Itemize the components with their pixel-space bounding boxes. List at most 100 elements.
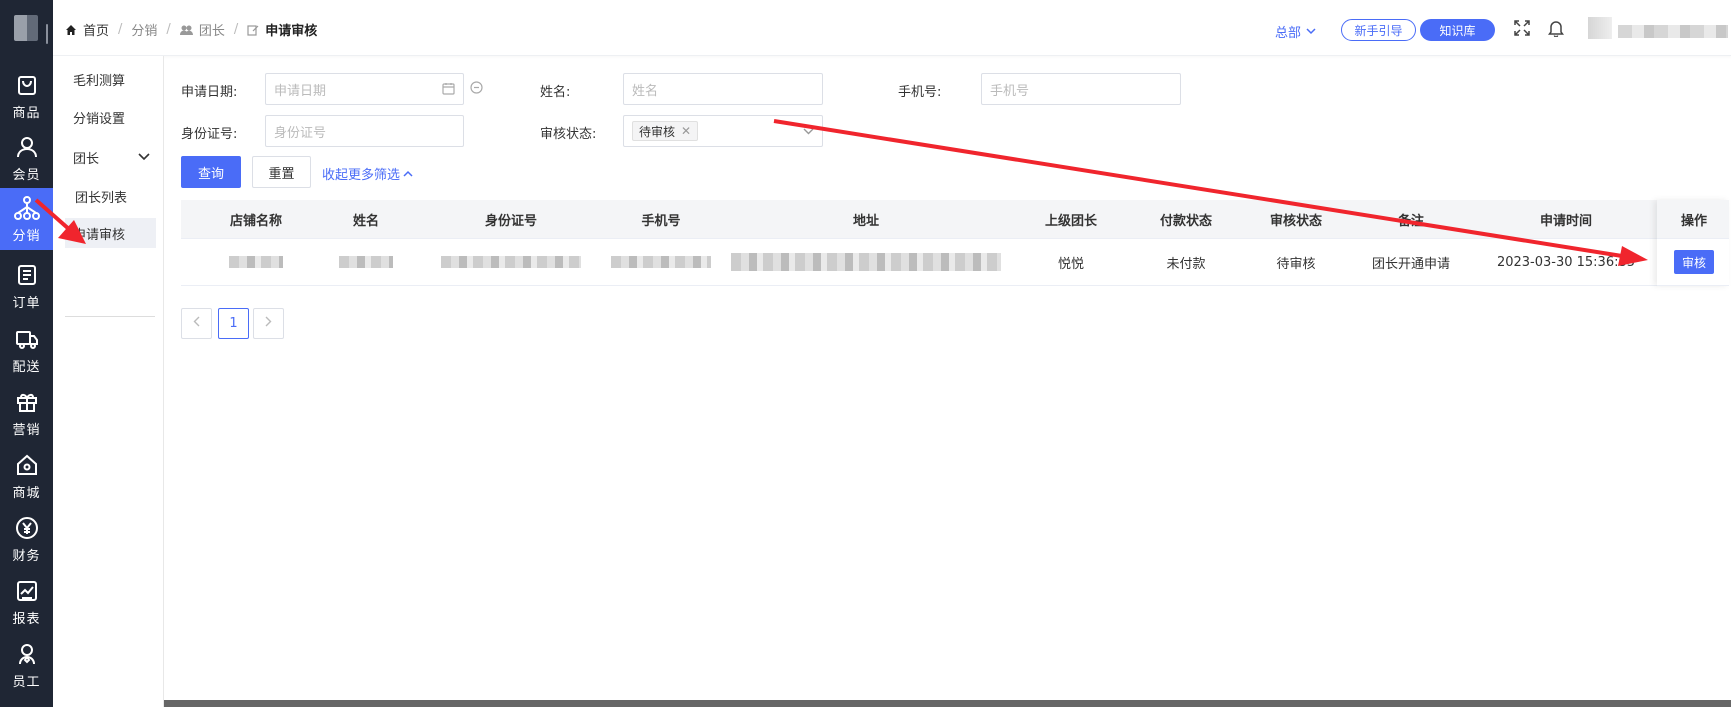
cell-pay-status: 未付款 xyxy=(1166,256,1206,272)
calendar-icon xyxy=(442,82,455,99)
redacted-text xyxy=(229,256,283,268)
subnav-item-leader-list[interactable]: 团长列表 xyxy=(67,181,158,211)
breadcrumb: 首页 / 分销 / 团长 / 申请审核 xyxy=(65,20,317,39)
query-button[interactable]: 查询 xyxy=(181,156,241,188)
subnav-item-label: 团长列表 xyxy=(75,190,128,206)
sidebar-item-members[interactable]: 会员 xyxy=(0,128,53,188)
date-placeholder: 申请日期 xyxy=(274,83,327,99)
knowledge-base-button[interactable]: 知识库 xyxy=(1420,19,1495,41)
annotation-arrows xyxy=(34,119,1648,266)
subnav-item-label: 团长 xyxy=(73,151,100,167)
secondary-sidebar: 毛利测算 分销设置 团长 团长列表 申请审核 xyxy=(53,56,164,707)
breadcrumb-current: 申请审核 xyxy=(247,20,317,39)
primary-sidebar: 商品 会员 分销 订单 配送 营销 商城 财务 报表 员工 xyxy=(0,0,53,707)
sidebar-collapse-handle[interactable] xyxy=(46,24,48,44)
subnav-item-distribution-settings[interactable]: 分销设置 xyxy=(65,102,156,132)
subnav-item-label: 申请审核 xyxy=(73,227,126,243)
shop-icon xyxy=(14,452,40,478)
collapse-filters-link[interactable]: 收起更多筛选 xyxy=(322,164,413,183)
home-icon xyxy=(65,24,77,36)
chart-icon xyxy=(14,578,40,604)
chevron-right-icon xyxy=(265,316,272,331)
phone-input[interactable]: 手机号 xyxy=(981,73,1181,105)
sidebar-item-label: 财务 xyxy=(12,548,41,564)
col-phone: 手机号 xyxy=(641,213,681,229)
hierarchy-icon xyxy=(13,195,40,221)
sidebar-item-label: 订单 xyxy=(12,295,41,311)
sidebar-item-label: 商品 xyxy=(12,105,41,121)
sidebar-item-orders[interactable]: 订单 xyxy=(0,256,53,316)
clear-circle-icon[interactable] xyxy=(470,81,483,98)
date-range-input[interactable]: 申请日期 xyxy=(265,73,464,105)
status-tag-label: 待审核 xyxy=(639,124,676,139)
user-name-redacted[interactable] xyxy=(1618,25,1728,38)
subnav-item-label: 毛利测算 xyxy=(73,73,126,89)
cell-store-name xyxy=(181,239,331,285)
staff-icon xyxy=(14,641,40,667)
subnav-group-leader[interactable]: 团长 xyxy=(65,142,156,172)
gift-icon xyxy=(14,389,40,415)
top-header: 首页 / 分销 / 团长 / 申请审核 总部 新手引导 知识库 xyxy=(53,0,1731,56)
avatar[interactable] xyxy=(1588,17,1612,39)
table-header: 店铺名称 姓名 身份证号 手机号 地址 上级团长 付款状态 审核状态 备注 申请… xyxy=(181,200,1729,239)
breadcrumb-leader[interactable]: 团长 xyxy=(179,20,225,39)
subnav-item-application-review[interactable]: 申请审核 xyxy=(65,218,156,248)
fixed-action-column-shadow xyxy=(1657,200,1729,286)
cell-apply-time: 2023-03-30 15:36:35 xyxy=(1496,254,1636,270)
sidebar-item-label: 员工 xyxy=(12,674,41,690)
sidebar-item-mall[interactable]: 商城 xyxy=(0,446,53,506)
branch-selector[interactable]: 总部 xyxy=(1275,22,1316,41)
breadcrumb-separator: / xyxy=(118,22,123,37)
reset-button[interactable]: 重置 xyxy=(252,156,311,188)
subnav-item-margin-calc[interactable]: 毛利测算 xyxy=(65,64,156,94)
date-label: 申请日期: xyxy=(181,85,238,100)
breadcrumb-separator: / xyxy=(233,22,239,37)
subnav-divider xyxy=(65,316,155,317)
breadcrumb-home-label: 首页 xyxy=(83,24,110,39)
col-pay-status: 付款状态 xyxy=(1159,213,1212,229)
breadcrumb-level2-label: 团长 xyxy=(198,24,225,39)
cell-id-number xyxy=(421,239,601,285)
cell-phone xyxy=(601,239,721,285)
chevron-down-icon xyxy=(803,124,814,139)
col-apply-time: 申请时间 xyxy=(1539,213,1592,229)
breadcrumb-distribution[interactable]: 分销 xyxy=(131,20,157,39)
group-icon xyxy=(179,24,193,36)
sidebar-item-label: 商城 xyxy=(12,485,41,501)
breadcrumb-home[interactable]: 首页 xyxy=(65,20,109,39)
bell-icon[interactable] xyxy=(1548,20,1564,41)
guide-button[interactable]: 新手引导 xyxy=(1341,19,1416,41)
cell-name xyxy=(311,239,421,285)
prev-page-button[interactable] xyxy=(181,308,212,339)
sidebar-item-delivery[interactable]: 配送 xyxy=(0,320,53,380)
table-row: 悦悦 未付款 待审核 团长开通申请 2023-03-30 15:36:35 审核 xyxy=(181,239,1729,286)
cell-review-status: 待审核 xyxy=(1276,256,1316,272)
branch-label: 总部 xyxy=(1275,26,1302,41)
status-label: 审核状态: xyxy=(540,127,597,142)
id-number-input[interactable]: 身份证号 xyxy=(265,115,464,147)
close-icon[interactable]: ✕ xyxy=(681,124,691,138)
chevron-up-icon xyxy=(403,166,413,181)
sidebar-item-finance[interactable]: 财务 xyxy=(0,509,53,569)
name-label: 姓名: xyxy=(540,85,571,100)
name-input[interactable]: 姓名 xyxy=(623,73,823,105)
sidebar-item-goods[interactable]: 商品 xyxy=(0,66,53,126)
page-button[interactable]: 1 xyxy=(218,308,249,339)
sidebar-item-marketing[interactable]: 营销 xyxy=(0,383,53,443)
phone-label: 手机号: xyxy=(898,85,942,100)
user-icon xyxy=(14,134,40,160)
sidebar-item-label: 报表 xyxy=(12,611,41,627)
fullscreen-icon[interactable] xyxy=(1514,20,1530,40)
sidebar-item-reports[interactable]: 报表 xyxy=(0,572,53,632)
sidebar-item-distribution[interactable]: 分销 xyxy=(0,188,53,250)
redacted-text xyxy=(611,256,711,268)
collapse-link-label: 收起更多筛选 xyxy=(322,168,401,183)
breadcrumb-separator: / xyxy=(166,22,171,37)
next-page-button[interactable] xyxy=(253,308,284,339)
col-store-name: 店铺名称 xyxy=(229,213,282,229)
cell-remark: 团长开通申请 xyxy=(1371,256,1450,272)
document-icon xyxy=(14,262,40,288)
status-select[interactable]: 待审核 ✕ xyxy=(623,115,823,147)
sidebar-item-staff[interactable]: 员工 xyxy=(0,635,53,695)
subnav-item-label: 分销设置 xyxy=(73,111,126,127)
